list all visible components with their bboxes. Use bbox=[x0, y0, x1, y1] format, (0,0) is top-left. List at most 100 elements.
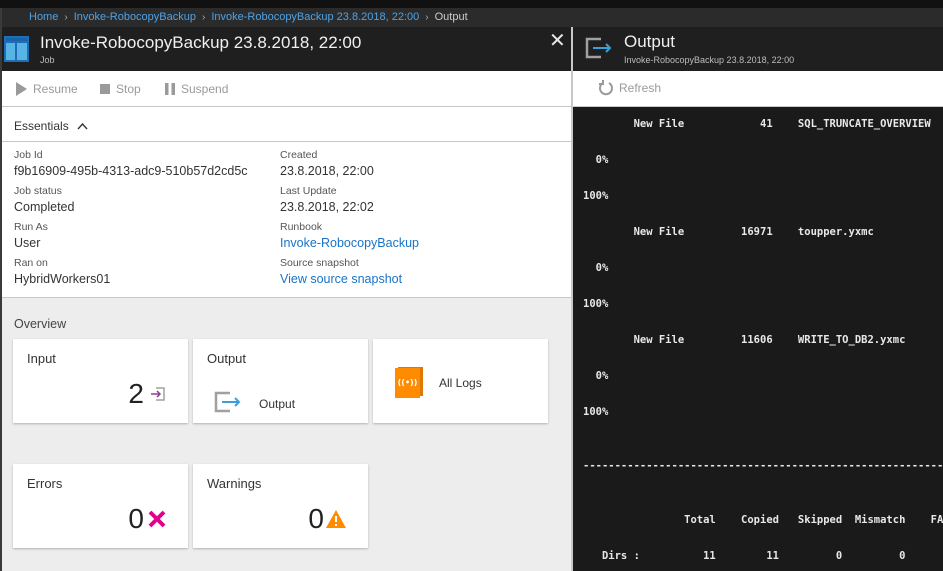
output-command-bar: Refresh bbox=[573, 71, 943, 107]
last-update-field: Last Update 23.8.2018, 22:02 bbox=[280, 185, 419, 221]
job-blade-title: Invoke-RobocopyBackup 23.8.2018, 22:00 bbox=[40, 33, 362, 52]
errors-tile[interactable]: Errors 0 bbox=[13, 464, 188, 548]
input-tile[interactable]: Input 2 bbox=[13, 339, 188, 423]
console-divider: ----------------------------------------… bbox=[583, 460, 943, 472]
runbook-field: Runbook Invoke-RobocopyBackup bbox=[280, 221, 419, 257]
warnings-tile[interactable]: Warnings 0 bbox=[193, 464, 368, 548]
field-value: HybridWorkers01 bbox=[14, 272, 111, 286]
essentials-panel: Job Id f9b16909-495b-4313-adc9-510b57d2c… bbox=[2, 142, 571, 298]
job-blade: Invoke-RobocopyBackup 23.8.2018, 22:00 J… bbox=[0, 27, 571, 571]
all-logs-tile[interactable]: ((•)) All Logs bbox=[373, 339, 548, 423]
errors-tile-title: Errors bbox=[27, 476, 63, 491]
suspend-label: Suspend bbox=[181, 82, 229, 96]
field-label: Runbook bbox=[280, 221, 323, 233]
logs-book-icon: ((•)) bbox=[395, 367, 423, 398]
output-blade-title: Output bbox=[624, 32, 676, 51]
breadcrumb-runbook[interactable]: Invoke-RobocopyBackup bbox=[74, 11, 196, 23]
field-label: Job Id bbox=[14, 149, 43, 161]
overview-heading: Overview bbox=[14, 317, 67, 331]
errors-count: 0 bbox=[128, 503, 144, 534]
console-line: 0% bbox=[583, 370, 609, 382]
essentials-right-column: Created 23.8.2018, 22:00 Last Update 23.… bbox=[280, 149, 419, 293]
console-line: 100% bbox=[583, 298, 609, 310]
error-x-icon bbox=[148, 510, 166, 528]
output-blade-header: Output Invoke-RobocopyBackup 23.8.2018, … bbox=[573, 27, 943, 71]
job-blade-subtitle: Job bbox=[40, 55, 55, 65]
refresh-icon bbox=[599, 80, 613, 96]
field-value: Completed bbox=[14, 200, 75, 214]
console-line: 0% bbox=[583, 154, 609, 166]
input-tile-title: Input bbox=[27, 351, 56, 366]
console-line: 100% bbox=[583, 190, 609, 202]
view-source-snapshot-link[interactable]: View source snapshot bbox=[280, 270, 419, 288]
run-as-field: Run As User bbox=[14, 221, 248, 257]
svg-text:((•)): ((•)) bbox=[398, 378, 418, 387]
job-status-field: Job status Completed bbox=[14, 185, 248, 221]
essentials-header: Essentials bbox=[2, 107, 571, 142]
field-label: Source snapshot bbox=[280, 257, 359, 269]
field-label: Last Update bbox=[280, 185, 337, 197]
refresh-button[interactable]: Refresh bbox=[598, 80, 661, 96]
resume-label: Resume bbox=[33, 82, 78, 96]
breadcrumb-separator: › bbox=[201, 12, 206, 23]
console-summary-header: Total Copied Skipped Mismatch FAILED bbox=[583, 514, 943, 526]
output-blade-icon bbox=[585, 37, 612, 59]
input-icon bbox=[151, 387, 165, 401]
field-value: f9b16909-495b-4313-adc9-510b57d2cd5c bbox=[14, 164, 248, 178]
console-line: New File 11606 WRITE_TO_DB2.yxmc bbox=[583, 334, 906, 346]
essentials-label: Essentials bbox=[14, 119, 69, 133]
breadcrumb-home[interactable]: Home bbox=[29, 11, 58, 23]
field-label: Created bbox=[280, 149, 318, 161]
field-value: 23.8.2018, 22:00 bbox=[280, 164, 374, 178]
pause-icon bbox=[165, 83, 175, 95]
close-button[interactable]: ✕ bbox=[549, 31, 566, 51]
stop-button[interactable]: Stop bbox=[100, 82, 141, 96]
all-logs-label: All Logs bbox=[439, 376, 482, 390]
breadcrumb: Home › Invoke-RobocopyBackup › Invoke-Roboco… bbox=[29, 11, 468, 23]
field-label: Ran on bbox=[14, 257, 48, 269]
breadcrumb-separator: › bbox=[425, 12, 429, 23]
job-id-field: Job Id f9b16909-495b-4313-adc9-510b57d2c… bbox=[14, 149, 248, 185]
stop-label: Stop bbox=[116, 82, 141, 96]
stop-icon bbox=[100, 84, 110, 94]
console-line: New File 16971 toupper.yxmc bbox=[583, 226, 874, 238]
output-blade: Output Invoke-RobocopyBackup 23.8.2018, … bbox=[571, 27, 943, 571]
field-label: Job status bbox=[14, 185, 62, 197]
breadcrumb-bar: Home › Invoke-RobocopyBackup › Invoke-Roboco… bbox=[0, 8, 943, 27]
job-blade-header: Invoke-RobocopyBackup 23.8.2018, 22:00 J… bbox=[2, 27, 571, 71]
warnings-tile-title: Warnings bbox=[207, 476, 262, 491]
job-icon bbox=[4, 36, 29, 62]
breadcrumb-job[interactable]: Invoke-RobocopyBackup 23.8.2018, 22:00 bbox=[211, 11, 419, 23]
warning-triangle-icon bbox=[326, 510, 346, 528]
field-value: 23.8.2018, 22:02 bbox=[280, 200, 374, 214]
output-tile-sub: Output bbox=[259, 397, 296, 411]
resume-button[interactable]: Resume bbox=[16, 82, 78, 96]
field-label: Run As bbox=[14, 221, 48, 233]
output-icon bbox=[214, 391, 241, 413]
console-line: 100% bbox=[583, 406, 609, 418]
output-tile[interactable]: Output Output bbox=[193, 339, 368, 423]
essentials-left-column: Job Id f9b16909-495b-4313-adc9-510b57d2c… bbox=[14, 149, 248, 293]
field-value: User bbox=[14, 236, 41, 250]
output-blade-subtitle: Invoke-RobocopyBackup 23.8.2018, 22:00 bbox=[624, 55, 795, 65]
warnings-count: 0 bbox=[308, 503, 324, 534]
output-console[interactable]: New File 41 SQL_TRUNCATE_OVERVIEW 0% 100… bbox=[573, 107, 943, 571]
output-tile-title: Output bbox=[207, 351, 247, 366]
refresh-label: Refresh bbox=[619, 81, 662, 95]
job-command-bar: Resume Stop Suspend bbox=[2, 71, 571, 107]
created-field: Created 23.8.2018, 22:00 bbox=[280, 149, 419, 185]
console-line: New File 41 SQL_TRUNCATE_OVERVIEW bbox=[583, 118, 931, 130]
console-line: 0% bbox=[583, 262, 609, 274]
suspend-button[interactable]: Suspend bbox=[165, 82, 228, 96]
runbook-link[interactable]: Invoke-RobocopyBackup bbox=[280, 234, 419, 252]
chevron-up-icon bbox=[77, 122, 88, 129]
source-snapshot-field: Source snapshot View source snapshot bbox=[280, 257, 419, 293]
play-icon bbox=[16, 82, 27, 96]
input-count: 2 bbox=[128, 378, 144, 409]
breadcrumb-current: Output bbox=[434, 11, 468, 23]
ran-on-field: Ran on HybridWorkers01 bbox=[14, 257, 248, 293]
top-bar bbox=[0, 0, 943, 8]
essentials-toggle[interactable]: Essentials bbox=[14, 119, 88, 133]
console-summary-row: Dirs : 11 11 0 0 bbox=[583, 550, 906, 562]
breadcrumb-separator: › bbox=[64, 12, 68, 23]
